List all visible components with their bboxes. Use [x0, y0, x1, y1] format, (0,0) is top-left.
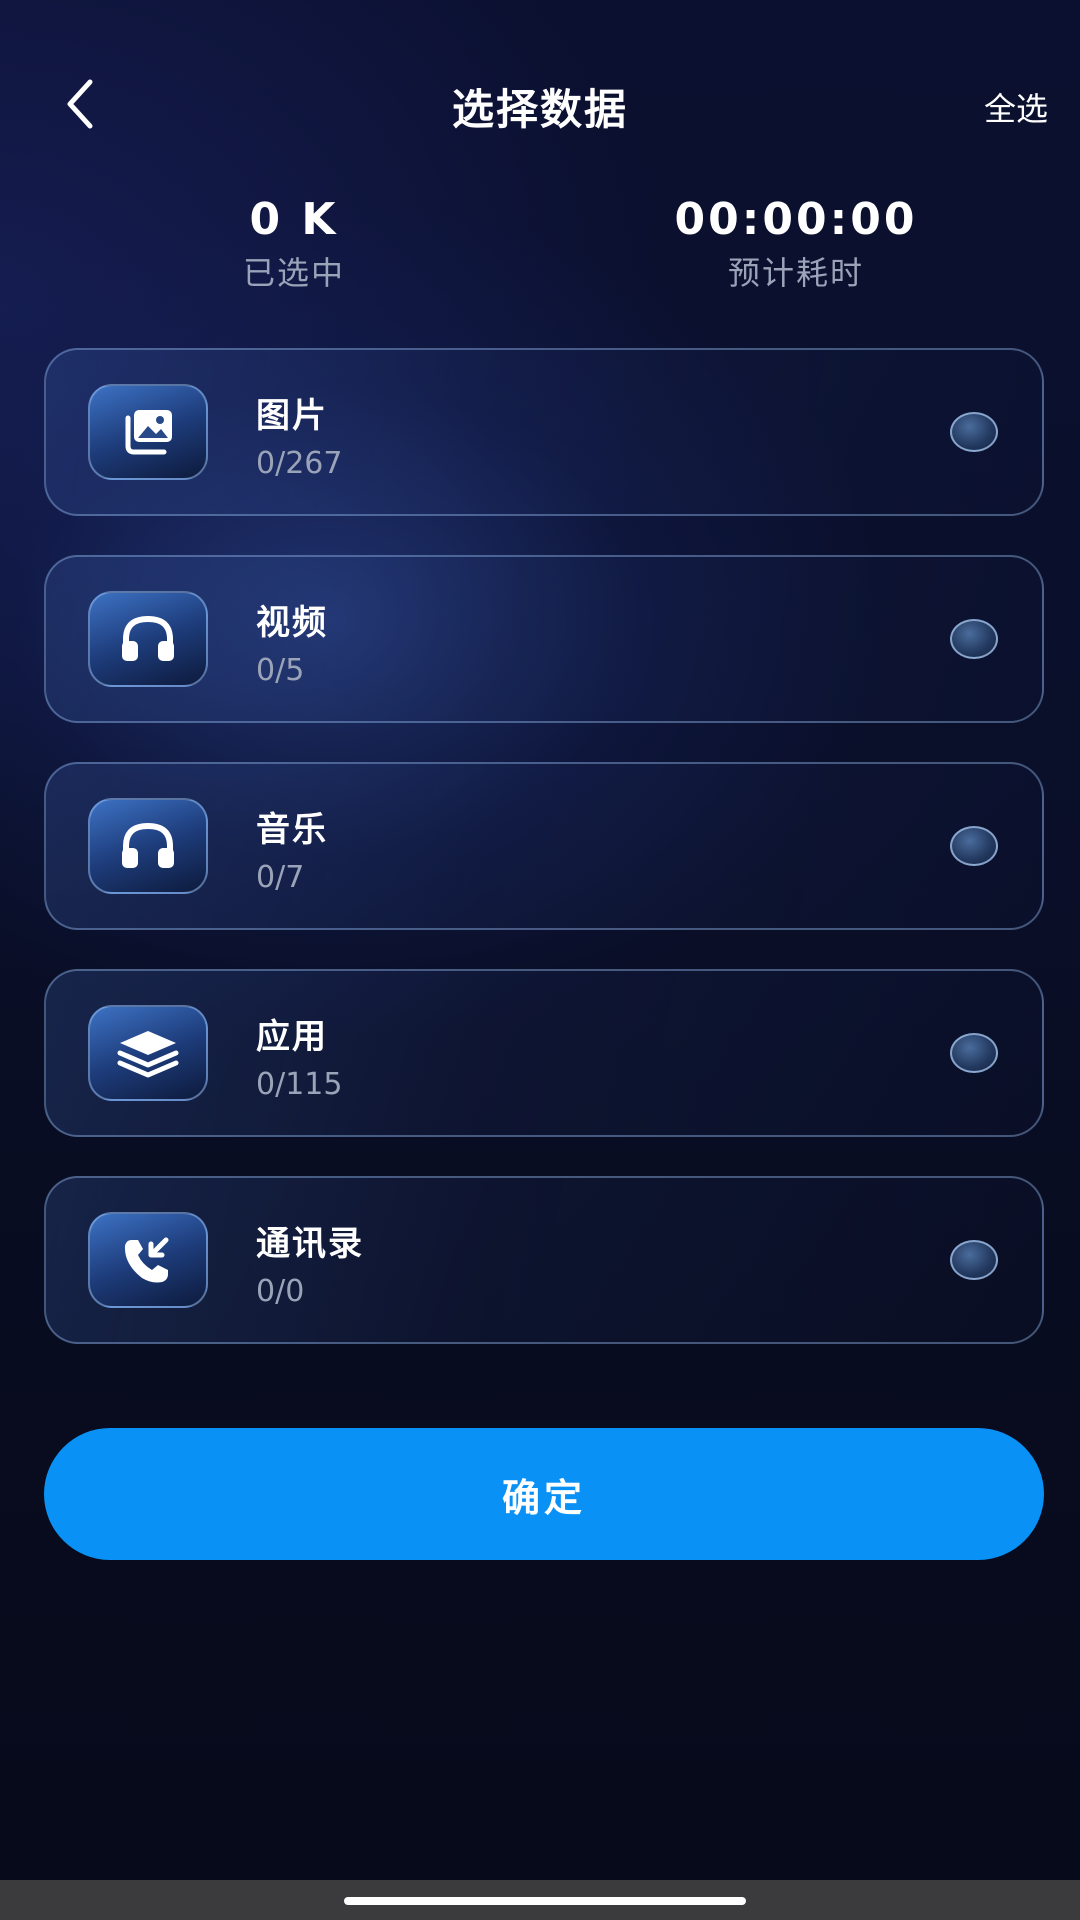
- images-icon: [88, 384, 208, 480]
- headphones-icon: [88, 798, 208, 894]
- stats-summary: 0 K 已选中 00:00:00 预计耗时: [0, 192, 1080, 302]
- headphones-icon: [88, 591, 208, 687]
- item-count: 0/115: [256, 1067, 343, 1102]
- phone-incoming-icon: [88, 1212, 208, 1308]
- select-data-screen: 选择数据 全选 0 K 已选中 00:00:00 预计耗时 图片 0/267 视…: [0, 0, 1080, 1920]
- select-radio[interactable]: [950, 1240, 998, 1280]
- select-radio[interactable]: [950, 1033, 998, 1073]
- item-count: 0/267: [256, 446, 343, 481]
- selected-size-label: 已选中: [242, 254, 345, 292]
- item-count: 0/7: [256, 860, 305, 895]
- item-label: 图片: [256, 396, 328, 436]
- select-radio[interactable]: [950, 412, 998, 452]
- data-type-list: 图片 0/267 视频 0/5 音乐 0/7 应用 0/115 通讯录 0/0: [44, 348, 1046, 1383]
- data-item-photos[interactable]: 图片 0/267: [44, 348, 1044, 516]
- estimated-time-label: 预计耗时: [727, 254, 864, 292]
- item-label: 应用: [256, 1017, 328, 1057]
- data-item-contacts[interactable]: 通讯录 0/0: [44, 1176, 1044, 1344]
- selected-size-stat: 0 K 已选中: [144, 192, 444, 298]
- item-label: 音乐: [256, 810, 328, 850]
- estimated-time-value: 00:00:00: [674, 194, 918, 245]
- data-item-videos[interactable]: 视频 0/5: [44, 555, 1044, 723]
- item-label: 通讯录: [256, 1224, 364, 1264]
- item-count: 0/5: [256, 653, 305, 688]
- data-item-music[interactable]: 音乐 0/7: [44, 762, 1044, 930]
- data-item-apps[interactable]: 应用 0/115: [44, 969, 1044, 1137]
- home-indicator[interactable]: [344, 1897, 746, 1905]
- layers-icon: [88, 1005, 208, 1101]
- selected-size-value: 0 K: [249, 194, 339, 245]
- header: 选择数据 全选: [0, 60, 1080, 146]
- estimated-time-stat: 00:00:00 预计耗时: [646, 192, 946, 298]
- item-label: 视频: [256, 603, 328, 643]
- confirm-button[interactable]: 确定: [44, 1428, 1044, 1560]
- select-radio[interactable]: [950, 619, 998, 659]
- select-radio[interactable]: [950, 826, 998, 866]
- item-count: 0/0: [256, 1274, 305, 1309]
- page-title: 选择数据: [451, 85, 628, 134]
- select-all-button[interactable]: 全选: [984, 84, 1048, 130]
